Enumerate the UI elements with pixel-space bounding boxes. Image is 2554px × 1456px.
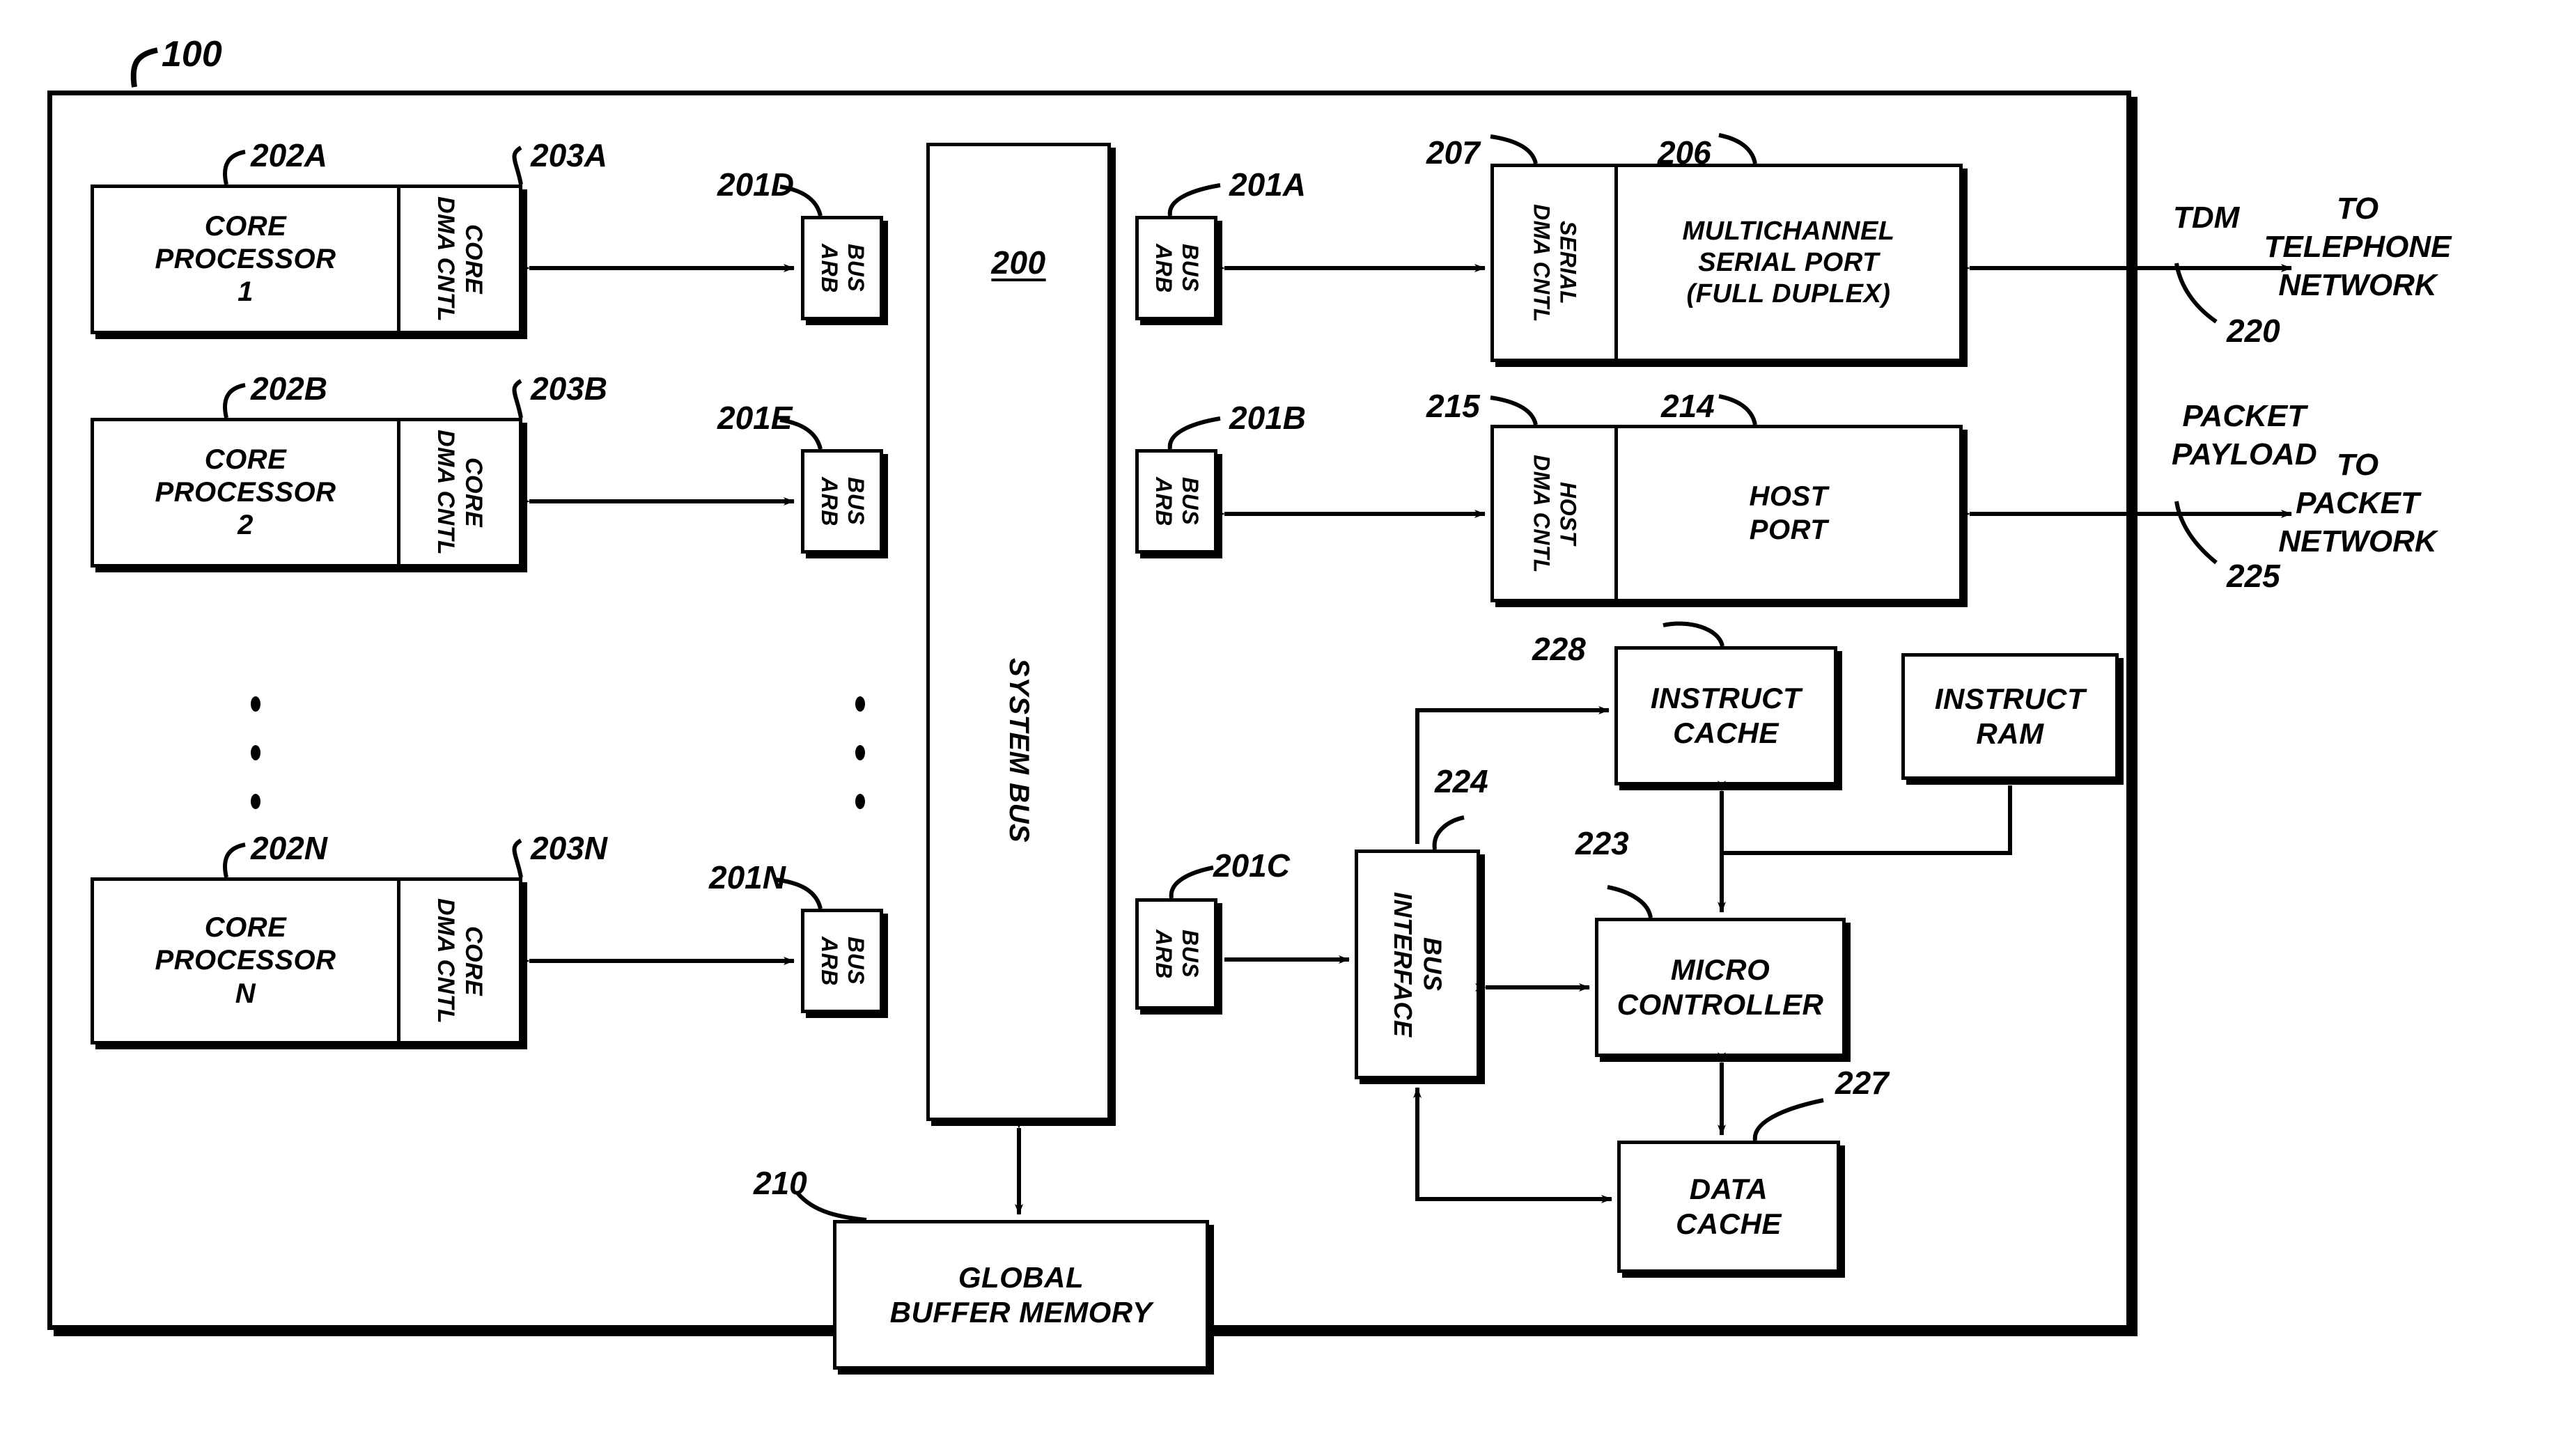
core-processor-1: CORE PROCESSOR 1 xyxy=(91,185,397,334)
core-dma-cntl-n: CORE DMA CNTL xyxy=(397,877,522,1044)
system-bus-label: SYSTEM BUS xyxy=(1004,658,1035,843)
ref-100: 100 xyxy=(162,34,222,75)
ref-201B: 201B xyxy=(1229,400,1306,436)
ref-202A: 202A xyxy=(251,137,327,173)
ellipsis-dot-left-1 xyxy=(251,696,260,712)
ref-201E: 201E xyxy=(717,400,793,436)
destination-packet-network: TO PACKET NETWORK xyxy=(2278,448,2437,558)
ref-201A: 201A xyxy=(1229,166,1306,203)
core-processor-2: CORE PROCESSOR 2 xyxy=(91,418,397,567)
ref-224: 224 xyxy=(1435,763,1488,799)
destination-telephone-network: TO TELEPHONE NETWORK xyxy=(2264,191,2452,302)
ref-214: 214 xyxy=(1661,388,1715,424)
ellipsis-dot-left-3 xyxy=(251,794,260,809)
serial-dma-cntl-label: SERIAL DMA CNTL xyxy=(1529,203,1581,322)
host-port: HOST PORT xyxy=(1614,425,1963,602)
bus-arb-201A: BUS ARB xyxy=(1135,216,1217,320)
bus-arb-201N-label: BUS ARB xyxy=(817,936,869,986)
ref-227: 227 xyxy=(1835,1065,1889,1101)
bus-arb-201D-label: BUS ARB xyxy=(817,243,869,293)
bus-arb-201B-label: BUS ARB xyxy=(1151,476,1203,526)
bus-arb-201A-label: BUS ARB xyxy=(1151,243,1203,293)
micro-controller: MICRO CONTROLLER xyxy=(1595,918,1846,1057)
bus-arb-201N: BUS ARB xyxy=(801,909,883,1013)
ellipsis-dot-left-2 xyxy=(251,745,260,760)
ellipsis-dot-mid-3 xyxy=(855,794,865,809)
ref-203N: 203N xyxy=(531,830,607,866)
instruct-ram: INSTRUCT RAM xyxy=(1901,653,2119,780)
patent-figure: 100 CORE PROCESSOR 1 CORE DMA CNTL 202A … xyxy=(0,0,2554,1456)
ref-206: 206 xyxy=(1658,134,1711,171)
core-processor-n: CORE PROCESSOR N xyxy=(91,877,397,1044)
ellipsis-dot-mid-1 xyxy=(855,696,865,712)
core-dma-cntl-2: CORE DMA CNTL xyxy=(397,418,522,567)
ellipsis-dot-mid-2 xyxy=(855,745,865,760)
ref-202N: 202N xyxy=(251,830,327,866)
bus-interface: BUS INTERFACE xyxy=(1355,850,1480,1079)
ref-228: 228 xyxy=(1532,631,1586,667)
ref-223: 223 xyxy=(1575,825,1629,861)
system-bus-ref: 200 xyxy=(991,244,1046,281)
bus-arb-201C: BUS ARB xyxy=(1135,898,1217,1010)
core-dma-cntl-1-label: CORE DMA CNTL xyxy=(433,196,488,322)
ref-202B: 202B xyxy=(251,370,327,407)
serial-dma-cntl: SERIAL DMA CNTL xyxy=(1490,164,1614,362)
ref-215: 215 xyxy=(1426,388,1480,424)
host-dma-cntl: HOST DMA CNTL xyxy=(1490,425,1614,602)
core-dma-cntl-1: CORE DMA CNTL xyxy=(397,185,522,334)
ref-220: 220 xyxy=(2227,313,2280,349)
system-bus: 200 SYSTEM BUS xyxy=(926,143,1111,1121)
bus-arb-201C-label: BUS ARB xyxy=(1151,929,1203,979)
ref-210: 210 xyxy=(754,1165,807,1201)
bus-interface-label: BUS INTERFACE xyxy=(1389,891,1447,1038)
data-cache: DATA CACHE xyxy=(1617,1141,1840,1273)
ref-203B: 203B xyxy=(531,370,607,407)
global-buffer-memory: GLOBAL BUFFER MEMORY xyxy=(833,1220,1209,1370)
bus-arb-201E: BUS ARB xyxy=(801,449,883,554)
bus-arb-201D: BUS ARB xyxy=(801,216,883,320)
host-dma-cntl-label: HOST DMA CNTL xyxy=(1529,454,1581,573)
ref-201D: 201D xyxy=(717,166,794,203)
core-dma-cntl-2-label: CORE DMA CNTL xyxy=(433,430,488,556)
bus-arb-201E-label: BUS ARB xyxy=(817,476,869,526)
ref-203A: 203A xyxy=(531,137,607,173)
ref-207: 207 xyxy=(1426,134,1480,171)
instruct-cache: INSTRUCT CACHE xyxy=(1614,646,1837,785)
ref-201N: 201N xyxy=(709,859,786,895)
bus-arb-201B: BUS ARB xyxy=(1135,449,1217,554)
ref-201C: 201C xyxy=(1213,847,1290,884)
signal-label-tdm: TDM xyxy=(2173,201,2240,235)
core-dma-cntl-n-label: CORE DMA CNTL xyxy=(433,898,488,1024)
ref-225: 225 xyxy=(2227,558,2280,594)
multichannel-serial-port: MULTICHANNEL SERIAL PORT (FULL DUPLEX) xyxy=(1614,164,1963,362)
